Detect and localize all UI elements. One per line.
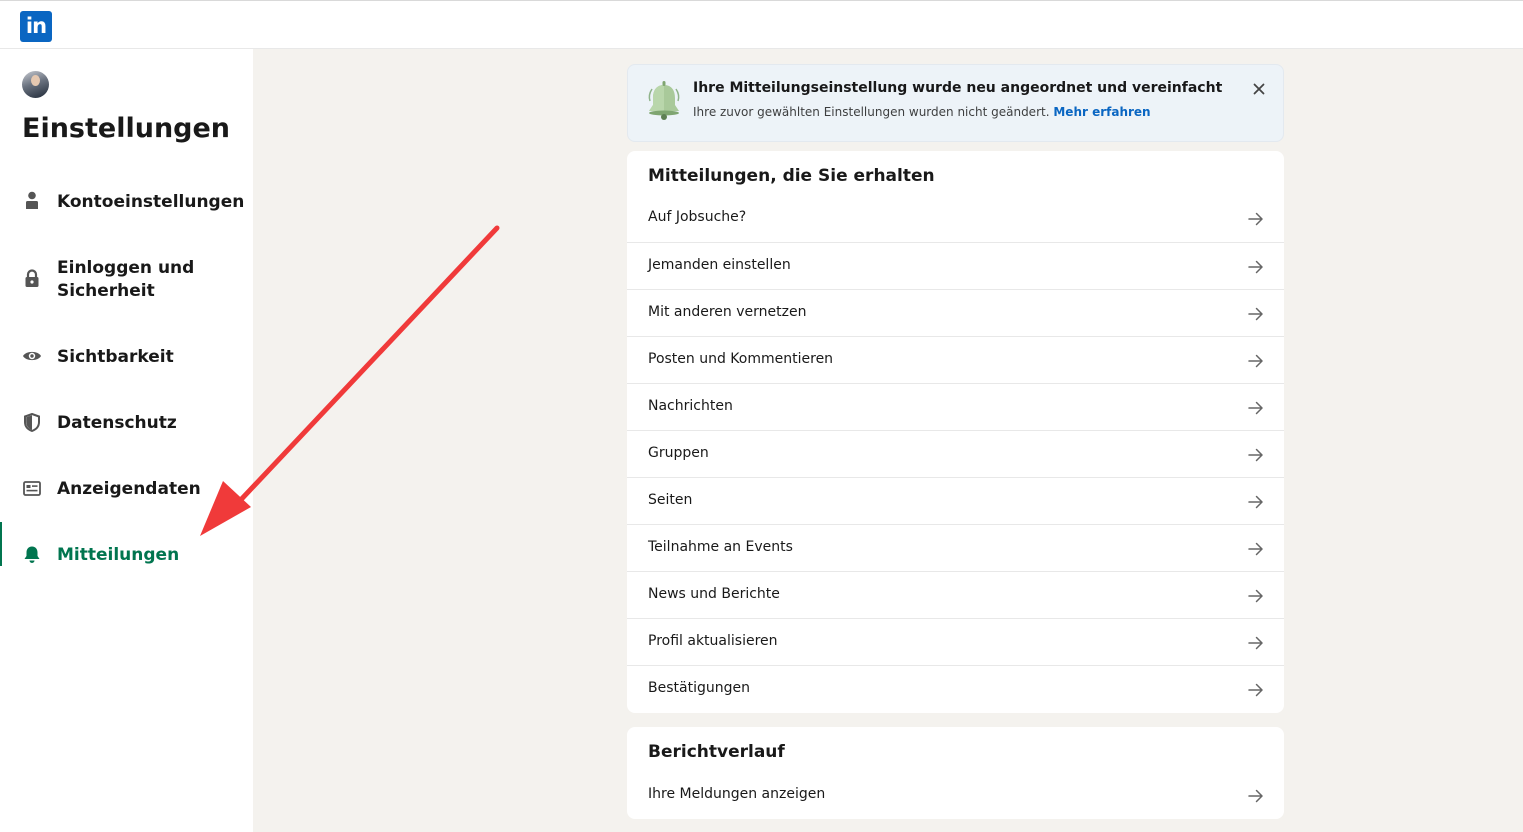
sidebar-item-label-line1: Einloggen und (57, 258, 195, 278)
sidebar-item-account[interactable]: Kontoeinstellungen (0, 190, 253, 214)
arrow-right-icon (1248, 494, 1264, 509)
sidebar-item-label: Anzeigendaten (57, 479, 201, 499)
eye-icon (22, 346, 42, 366)
settings-row[interactable]: Jemanden einstellen (627, 242, 1284, 289)
sidebar-item-security[interactable]: Einloggen und Sicherheit (0, 256, 253, 302)
settings-row[interactable]: Nachrichten (627, 383, 1284, 430)
avatar[interactable] (22, 71, 49, 98)
arrow-right-icon (1248, 353, 1264, 368)
arrow-right-icon (1248, 447, 1264, 462)
settings-row-label: Seiten (648, 492, 693, 508)
arrow-right-icon (1248, 400, 1264, 415)
ad-icon (22, 478, 42, 498)
bell-illustration-icon (644, 79, 684, 125)
settings-row-label: Jemanden einstellen (648, 257, 791, 273)
settings-row-label: Gruppen (648, 445, 709, 461)
settings-row[interactable]: Auf Jobsuche? (627, 195, 1284, 242)
settings-row-label: Bestätigungen (648, 680, 750, 696)
top-bar: in (0, 0, 1523, 49)
settings-row-label: Mit anderen vernetzen (648, 304, 807, 320)
settings-row[interactable]: Gruppen (627, 430, 1284, 477)
sidebar-item-visibility[interactable]: Sichtbarkeit (0, 345, 253, 369)
report-history-card: Berichtverlauf Ihre Meldungen anzeigen (627, 727, 1284, 819)
learn-more-link[interactable]: Mehr erfahren (1053, 105, 1150, 119)
settings-row-label: Ihre Meldungen anzeigen (648, 786, 826, 802)
settings-row-label: Auf Jobsuche? (648, 209, 747, 225)
linkedin-logo-icon[interactable]: in (20, 11, 52, 42)
shield-icon (22, 412, 42, 432)
arrow-right-icon (1248, 306, 1264, 321)
page-title: Einstellungen (22, 113, 231, 144)
settings-row[interactable]: Bestätigungen (627, 665, 1284, 712)
lock-icon (22, 269, 42, 289)
sidebar-item-label: Datenschutz (57, 413, 177, 433)
close-icon[interactable] (1249, 79, 1269, 99)
report-history-title: Berichtverlauf (648, 742, 785, 762)
settings-sidebar: Einstellungen Kontoeinstellungen Einlogg… (0, 49, 253, 832)
settings-row[interactable]: Ihre Meldungen anzeigen (627, 772, 1284, 819)
sidebar-item-notifications[interactable]: Mitteilungen (0, 522, 253, 567)
notice-title: Ihre Mitteilungseinstellung wurde neu an… (693, 80, 1223, 96)
settings-row-label: Posten und Kommentieren (648, 351, 834, 367)
arrow-right-icon (1248, 259, 1264, 274)
arrow-right-icon (1248, 541, 1264, 556)
settings-row[interactable]: Posten und Kommentieren (627, 336, 1284, 383)
settings-row-label: Teilnahme an Events (648, 539, 793, 555)
bell-icon (22, 544, 42, 564)
notice-body: Ihre zuvor gewählten Einstellungen wurde… (693, 105, 1050, 119)
arrow-right-icon (1248, 682, 1264, 697)
settings-row-label: News und Berichte (648, 586, 780, 602)
settings-row[interactable]: Mit anderen vernetzen (627, 289, 1284, 336)
person-icon (22, 191, 42, 211)
notifications-card: Mitteilungen, die Sie erhalten Auf Jobsu… (627, 151, 1284, 713)
settings-change-notice: Ihre Mitteilungseinstellung wurde neu an… (627, 64, 1284, 142)
sidebar-item-label: Kontoeinstellungen (57, 192, 245, 212)
notice-text: Ihre zuvor gewählten Einstellungen wurde… (693, 105, 1151, 119)
sidebar-item-label: Sichtbarkeit (57, 347, 174, 367)
arrow-right-icon (1248, 211, 1264, 226)
arrow-right-icon (1248, 788, 1264, 803)
settings-row[interactable]: Seiten (627, 477, 1284, 524)
sidebar-item-ad-data[interactable]: Anzeigendaten (0, 477, 253, 501)
sidebar-item-label-line2: Sicherheit (57, 281, 155, 301)
arrow-right-icon (1248, 635, 1264, 650)
sidebar-item-label: Mitteilungen (57, 545, 180, 565)
settings-row[interactable]: Profil aktualisieren (627, 618, 1284, 665)
notifications-card-title: Mitteilungen, die Sie erhalten (648, 166, 935, 186)
settings-row[interactable]: News und Berichte (627, 571, 1284, 618)
settings-row-label: Profil aktualisieren (648, 633, 778, 649)
settings-row[interactable]: Teilnahme an Events (627, 524, 1284, 571)
settings-row-label: Nachrichten (648, 398, 733, 414)
sidebar-item-privacy[interactable]: Datenschutz (0, 411, 253, 435)
arrow-right-icon (1248, 588, 1264, 603)
